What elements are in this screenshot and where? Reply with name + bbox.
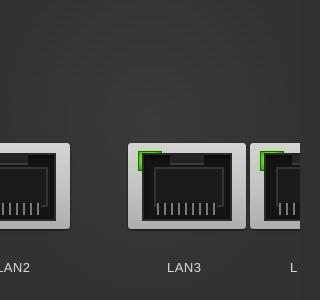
lan3-label: LAN3 — [167, 260, 202, 275]
lan3-port[interactable] — [128, 143, 246, 229]
socket-cavity — [276, 167, 300, 207]
socket-latch-notch — [170, 153, 204, 165]
socket-latch-notch — [292, 153, 300, 165]
lan4-label: L — [290, 260, 298, 275]
socket-pins — [157, 203, 217, 215]
lan4-port[interactable] — [250, 143, 300, 229]
lan2-port[interactable] — [0, 143, 70, 229]
ethernet-socket — [142, 153, 232, 221]
socket-pins — [0, 203, 41, 215]
socket-pins — [279, 203, 300, 215]
router-rear-panel: LAN2 LAN3 L — [0, 0, 300, 300]
socket-cavity — [0, 167, 48, 207]
socket-latch-notch — [0, 153, 28, 165]
socket-cavity — [154, 167, 224, 207]
ethernet-socket — [264, 153, 300, 221]
ethernet-socket — [0, 153, 56, 221]
lan2-label: LAN2 — [0, 260, 31, 275]
